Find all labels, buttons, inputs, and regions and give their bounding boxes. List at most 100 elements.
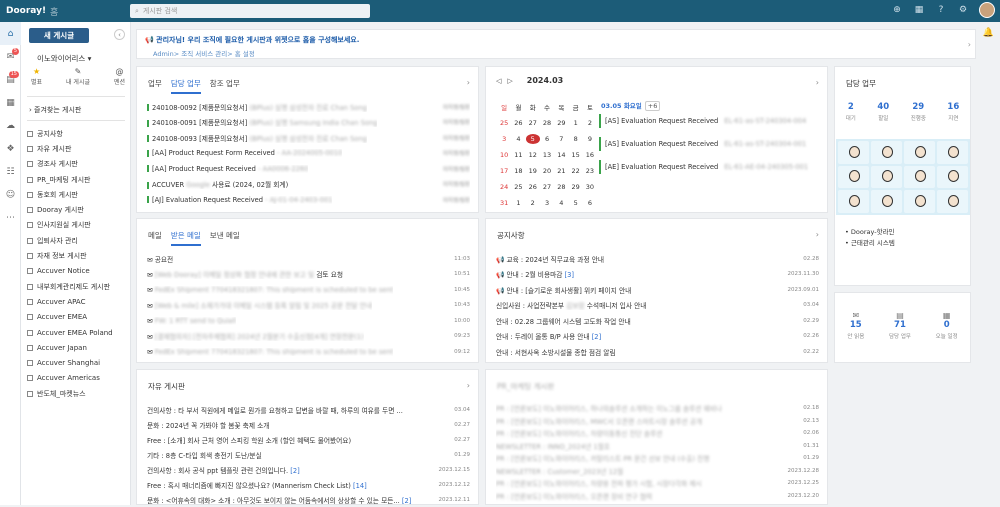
calendar-day[interactable]: 17 xyxy=(497,166,511,176)
collapse-sidebar-icon[interactable]: ‹ xyxy=(114,29,125,40)
board-item[interactable]: 입퇴사자 관리 xyxy=(27,233,127,248)
board-item[interactable]: 경조사 게시판 xyxy=(27,157,127,172)
list-item[interactable]: ✉ FedEx Shipment 770418321807: This ship… xyxy=(147,344,470,360)
list-item[interactable]: PR : [언론보도] 이노와이어리스, 차량용 전파 평가 시험, 시장다각화… xyxy=(496,477,819,490)
calendar-day[interactable]: 27 xyxy=(540,182,554,192)
hotline-link[interactable]: • Dooray-핫라인 xyxy=(845,227,895,238)
list-item[interactable]: 안내 : 두레이 올통 B/P 사용 안내 [2] 02.26 xyxy=(496,329,819,345)
calendar-day[interactable]: 16 xyxy=(583,150,597,160)
calendar-day[interactable]: 2 xyxy=(526,198,540,208)
calendar-day[interactable]: 9 xyxy=(583,134,597,144)
list-item[interactable]: [AA] Product Request Received - AA0006-2… xyxy=(147,161,470,177)
calendar-event[interactable]: [AS] Evaluation Request Received EL-61-as… xyxy=(599,137,839,151)
calendar-day[interactable]: 22 xyxy=(568,166,582,176)
list-item[interactable]: [AA] Product Request Form Received - AA-… xyxy=(147,146,470,162)
list-item[interactable]: PR : [언론보도] 이노와이어리스, MWC서 오픈랜 스마트시장 솔루션 … xyxy=(496,415,819,428)
calendar-day[interactable]: 18 xyxy=(511,166,525,176)
list-item[interactable]: PR : [언론보도] 이노와이어리스, 차량이동통신 진단 솔루션 02.06 xyxy=(496,427,819,440)
calendar-day[interactable]: 25 xyxy=(497,118,511,128)
list-item[interactable]: 기타 : 8층 C-타입 회색 충전기 도난/분실 01.29 xyxy=(147,447,470,462)
list-item[interactable]: 📢 안내 : [슬기로운 회사생활] 위키 페이지 안내 2023.09.01 xyxy=(496,282,819,298)
calendar-day[interactable]: 23 xyxy=(583,166,597,176)
tab-mail[interactable]: 메일 xyxy=(148,230,162,246)
calendar-day[interactable]: 1 xyxy=(568,118,582,128)
calendar-day[interactable]: 4 xyxy=(511,134,525,144)
calendar-day[interactable]: 3 xyxy=(497,134,511,144)
calendar-day[interactable]: 6 xyxy=(583,198,597,208)
list-item[interactable]: 문화 : 2024년 꼭 가봐야 할 봄꽃 축제 소개 02.27 xyxy=(147,417,470,432)
list-item[interactable]: 📢 안내 : 2월 비용마감 [3] 2023.11.30 xyxy=(496,267,819,283)
mention-filter[interactable]: @ 멘션 xyxy=(114,67,125,86)
calendar-day[interactable]: 26 xyxy=(526,182,540,192)
list-item[interactable]: ✉ FW: 1 RTT send to Quiall 10:00 xyxy=(147,313,470,329)
help-icon[interactable]: ? xyxy=(935,4,947,16)
list-item[interactable]: PR : [언론보도] 이노와이어리스, 카탈리스트 PR 문건 선보 안내 (… xyxy=(496,452,819,465)
home-icon[interactable]: ⌂ xyxy=(0,22,21,45)
board-item[interactable]: Accuver EMEA Poland xyxy=(27,325,127,340)
board-item[interactable]: 공지사항 xyxy=(27,126,127,141)
my-posts-filter[interactable]: ✎ 내 게시글 xyxy=(66,67,90,86)
app-logo[interactable]: Dooray! 홈 xyxy=(0,5,130,18)
calendar-day[interactable]: 8 xyxy=(568,134,582,144)
today-schedule-stat[interactable]: ▦ 0 오늘 일정 xyxy=(936,311,958,340)
list-item[interactable]: Free : [소개] 회사 근처 영어 스피킹 학원 소개 (할인 혜택도 물… xyxy=(147,432,470,447)
list-item[interactable]: ✉ [Web & mile] 소재가가대 이메일 시스템 등록 알림 및 202… xyxy=(147,298,470,314)
list-item[interactable]: 신입사원 : 사업전략본부 김보람 수석매니저 입사 안내 03.04 xyxy=(496,298,819,314)
calendar-day[interactable]: 29 xyxy=(554,118,568,128)
chevron-right-icon[interactable]: › xyxy=(467,78,470,87)
list-item[interactable]: 건의사항 : 타 부서 직원에게 메일로 뭔가를 요청하고 답변을 바랄 때, … xyxy=(147,402,470,417)
board-item[interactable]: Accuver Shanghai xyxy=(27,355,127,370)
board-item[interactable]: Accuver Americas xyxy=(27,371,127,386)
list-item[interactable]: 240108-0091 [제품문의요청서] (BPlus) 실행 Samsung… xyxy=(147,115,470,131)
contacts-icon[interactable]: ☷ xyxy=(0,160,21,183)
messenger-icon[interactable]: ☺ xyxy=(0,183,21,206)
stat-inprogress[interactable]: 29 진행중 xyxy=(911,102,926,122)
grid-icon[interactable]: ▦ xyxy=(913,4,925,16)
board-item[interactable]: 내부회계관리제도 게시판 xyxy=(27,279,127,294)
next-month-icon[interactable]: ▷ xyxy=(507,77,512,85)
unread-mail-stat[interactable]: ✉ 15 안 읽음 xyxy=(847,311,864,340)
board-item[interactable]: Accuver Japan xyxy=(27,340,127,355)
stat-delayed[interactable]: 16 지연 xyxy=(947,102,959,122)
calendar-day[interactable]: 4 xyxy=(554,198,568,208)
list-item[interactable]: PR : [언론보도] 이노와이어리스, 오픈랜 장비 연구 협력 2023.12… xyxy=(496,490,819,503)
list-item[interactable]: 240108-0093 [제품문의요청서] (BPlus) 실행 삼성전자 진료… xyxy=(147,130,470,146)
list-item[interactable]: 📢 교육 : 2024년 직무교육 과정 안내 02.28 xyxy=(496,251,819,267)
search-input[interactable]: ⌕ 게시판 검색 xyxy=(130,4,370,18)
calendar-day[interactable]: 28 xyxy=(554,182,568,192)
avatar[interactable] xyxy=(979,2,995,18)
calendar-day[interactable]: 2 xyxy=(583,118,597,128)
list-item[interactable]: 안내 : 서현사옥 소방시설물 종합 점검 알림 02.22 xyxy=(496,344,819,360)
calendar-event[interactable]: [AS] Evaluation Request Received EL-61-as… xyxy=(599,114,839,128)
home-label[interactable]: 홈 xyxy=(50,5,58,18)
list-item[interactable]: Free : 혹시 매너리즘에 빠지진 않으셨나요? (Mannerism Ch… xyxy=(147,477,470,492)
attendance-link[interactable]: • 근태관리 시스템 xyxy=(845,238,895,249)
calendar-day[interactable]: 29 xyxy=(568,182,582,192)
calendar-day[interactable]: 24 xyxy=(497,182,511,192)
calendar-day[interactable]: 14 xyxy=(554,150,568,160)
list-item[interactable]: ✉ 공요전 11:03 xyxy=(147,251,470,267)
stat-waiting[interactable]: 2 대기 xyxy=(846,102,856,122)
more-icon[interactable]: ⋯ xyxy=(0,206,21,229)
board-item[interactable]: PR_마케팅 게시판 xyxy=(27,172,127,187)
board-item[interactable]: Accuver EMEA xyxy=(27,310,127,325)
calendar-day[interactable]: 20 xyxy=(540,166,554,176)
tab-cc[interactable]: 참조 업무 xyxy=(210,78,240,94)
calendar-event[interactable]: [AE] Evaluation Request Received EL-61-AE… xyxy=(599,160,839,174)
favorite-boards-toggle[interactable]: › 즐겨찾는 게시판 xyxy=(29,105,81,115)
tab-inbox[interactable]: 받은 메일 xyxy=(170,230,201,246)
wiki-icon[interactable]: ❖ xyxy=(0,137,21,160)
calendar-icon[interactable]: ▦ xyxy=(0,91,21,114)
calendar-day[interactable]: 3 xyxy=(540,198,554,208)
chevron-right-icon[interactable]: › xyxy=(816,230,819,239)
board-item[interactable]: Accuver APAC xyxy=(27,294,127,309)
cloud-icon[interactable]: ☁ xyxy=(0,114,21,137)
list-item[interactable]: ACCUVER Google 사용료 (2024, 02월 회계) 이지영/팀장 xyxy=(147,177,470,193)
tab-sent[interactable]: 보낸 메일 xyxy=(210,230,240,246)
list-item[interactable]: 건의사항 : 회사 공식 ppt 템플릿 관련 건의입니다. [2] 2023.1… xyxy=(147,462,470,477)
board-item[interactable]: Accuver Notice xyxy=(27,264,127,279)
calendar-day[interactable]: 19 xyxy=(526,166,540,176)
calendar-day[interactable]: 5 xyxy=(568,198,582,208)
calendar-day[interactable]: 31 xyxy=(497,198,511,208)
bell-icon[interactable]: 🔔 xyxy=(983,28,994,38)
